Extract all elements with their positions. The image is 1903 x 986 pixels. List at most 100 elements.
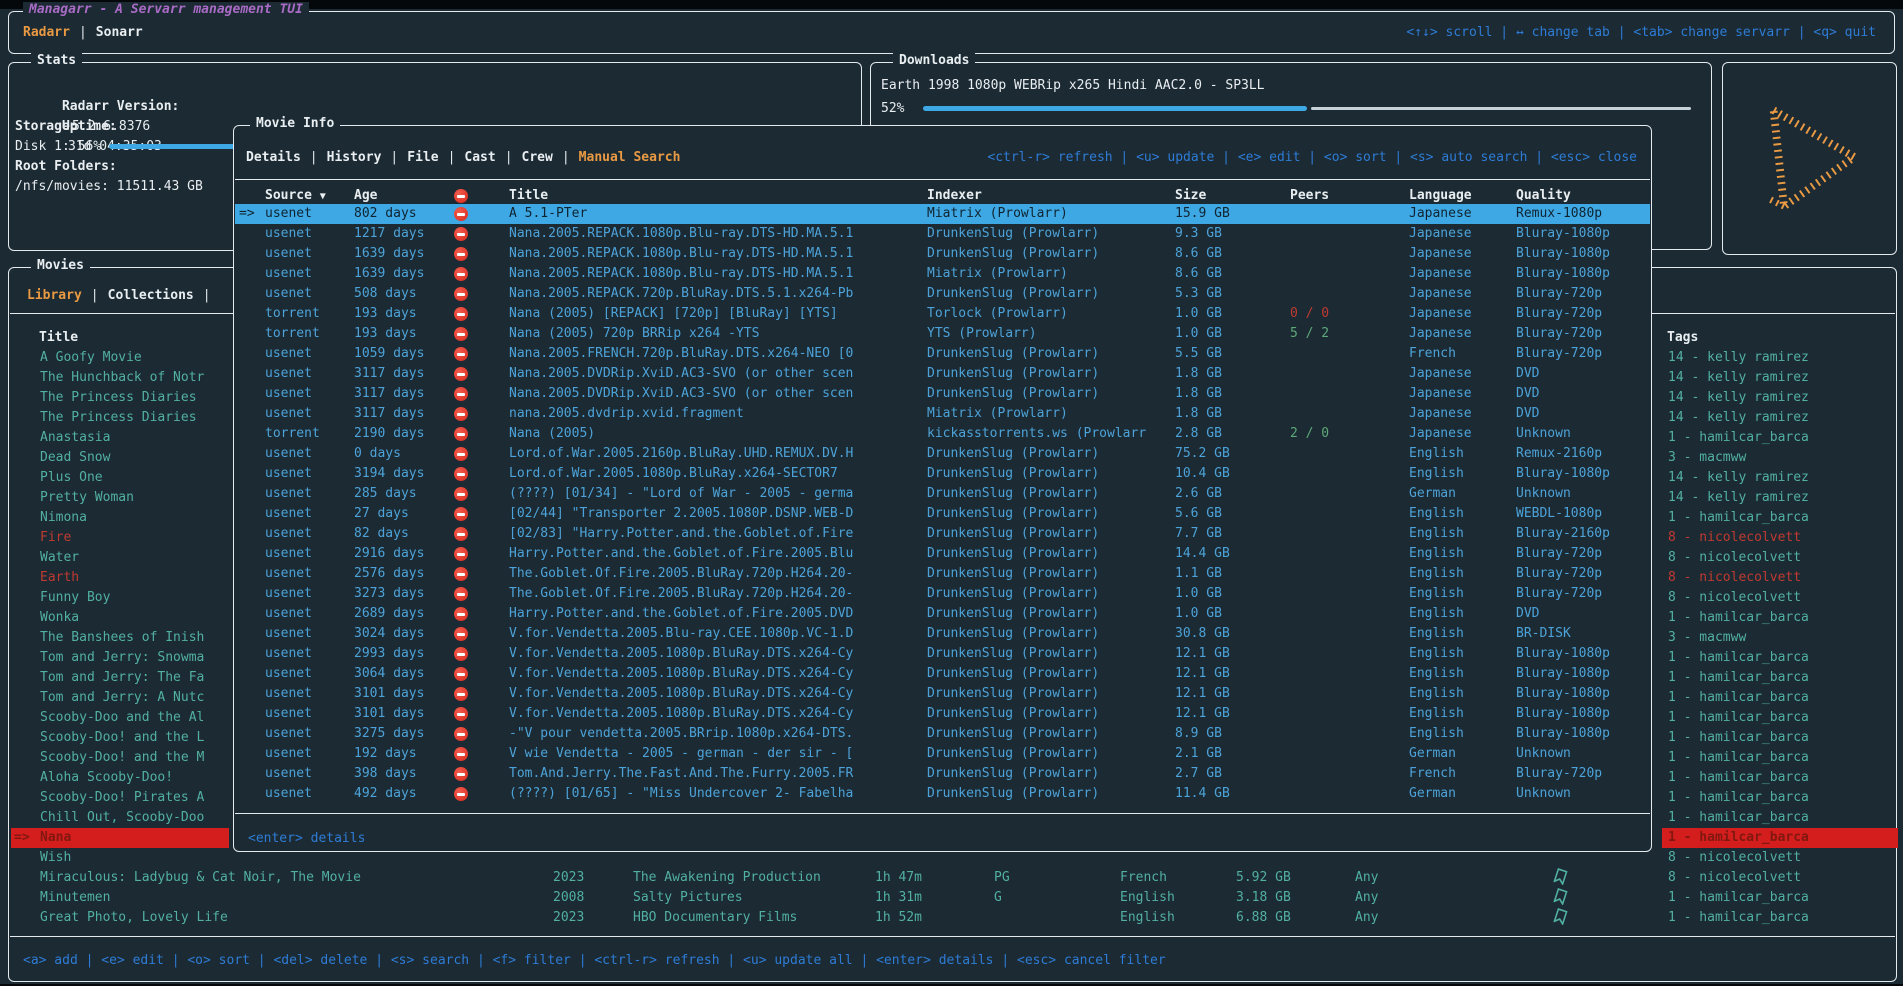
cell-title: Nana.2005.REPACK.1080p.Blu-ray.DTS-HD.MA…	[509, 264, 853, 284]
search-row[interactable]: usenet0 daysLord.of.War.2005.2160p.BluRa…	[235, 444, 1650, 464]
cell-title: Harry.Potter.and.the.Goblet.of.Fire.2005…	[509, 604, 853, 624]
search-row[interactable]: usenet508 daysNana.2005.REPACK.720p.BluR…	[235, 284, 1650, 304]
col-peers[interactable]: Peers	[1290, 186, 1329, 206]
disk-usage-gauge	[109, 144, 235, 149]
reject-icon	[454, 667, 468, 681]
search-row[interactable]: usenet3101 daysV.for.Vendetta.2005.1080p…	[235, 704, 1650, 724]
search-row[interactable]: usenet3101 daysV.for.Vendetta.2005.1080p…	[235, 684, 1650, 704]
search-row[interactable]: usenet398 daysTom.And.Jerry.The.Fast.And…	[235, 764, 1650, 784]
reject-icon	[454, 327, 468, 341]
search-row[interactable]: usenet3064 daysV.for.Vendetta.2005.1080p…	[235, 664, 1650, 684]
tab-radarr[interactable]: Radarr	[23, 23, 70, 43]
movie-row[interactable]: Great Photo, Lovely Life2023HBO Document…	[10, 908, 1895, 928]
cell-size: 1.0 GB	[1175, 304, 1222, 324]
reject-icon	[454, 207, 468, 221]
tab-library[interactable]: Library	[27, 286, 82, 306]
cell-peers: 0 / 0	[1290, 304, 1329, 324]
cell-title: [02/44] "Transporter 2.2005.1080P.DSNP.W…	[509, 504, 853, 524]
search-row[interactable]: usenet3117 daysNana.2005.DVDRip.XviD.AC3…	[235, 364, 1650, 384]
cell-movie-title: Wonka	[40, 608, 79, 628]
cell-profile: Any	[1355, 908, 1378, 928]
cell-source: usenet	[265, 724, 312, 744]
search-row[interactable]: usenet82 days[02/83] "Harry.Potter.and.t…	[235, 524, 1650, 544]
cell-studio: Salty Pictures	[633, 888, 743, 908]
cell-tag: 1 - hamilcar_barca	[1668, 668, 1809, 688]
cell-title: Nana.2005.FRENCH.720p.BluRay.DTS.x264-NE…	[509, 344, 853, 364]
search-row[interactable]: usenet3273 daysThe.Goblet.Of.Fire.2005.B…	[235, 584, 1650, 604]
movie-row[interactable]: Miraculous: Ladybug & Cat Noir, The Movi…	[10, 868, 1895, 888]
search-row[interactable]: usenet2689 daysHarry.Potter.and.the.Gobl…	[235, 604, 1650, 624]
cell-source: usenet	[265, 484, 312, 504]
reject-icon	[454, 587, 468, 601]
tab-collections[interactable]: Collections	[108, 286, 194, 306]
col-indexer[interactable]: Indexer	[927, 186, 982, 206]
cell-language: English	[1409, 464, 1464, 484]
search-row[interactable]: usenet2576 daysThe.Goblet.Of.Fire.2005.B…	[235, 564, 1650, 584]
cell-movie-title: The Princess Diaries	[40, 388, 197, 408]
search-row[interactable]: usenet492 days(????) [01/65] - "Miss Und…	[235, 784, 1650, 804]
cell-language: English	[1409, 564, 1464, 584]
cell-tag: 1 - hamilcar_barca	[1668, 508, 1809, 528]
modal-tab-manual-search[interactable]: Manual Search	[579, 148, 681, 168]
movie-row[interactable]: Minutemen2008Salty Pictures1h 31mGEnglis…	[10, 888, 1895, 908]
cell-quality: Bluray-720p	[1516, 544, 1602, 564]
search-row[interactable]: torrent193 daysNana (2005) 720p BRRip x2…	[235, 324, 1650, 344]
modal-tab-history[interactable]: History	[327, 148, 382, 168]
search-row[interactable]: usenet3194 daysLord.of.War.2005.1080p.Bl…	[235, 464, 1650, 484]
search-row[interactable]: usenet3117 daysnana.2005.dvdrip.xvid.fra…	[235, 404, 1650, 424]
cell-quality: Bluray-720p	[1516, 324, 1602, 344]
cell-language: English	[1409, 684, 1464, 704]
cell-indexer: DrunkenSlug (Prowlarr)	[927, 664, 1099, 684]
tab-sonarr[interactable]: Sonarr	[96, 23, 143, 43]
cell-quality: Bluray-1080p	[1516, 704, 1610, 724]
col-age[interactable]: Age	[354, 186, 377, 206]
cell-tag: 1 - hamilcar_barca	[1668, 748, 1809, 768]
search-row[interactable]: usenet2916 daysHarry.Potter.and.the.Gobl…	[235, 544, 1650, 564]
modal-tab-cast[interactable]: Cast	[464, 148, 495, 168]
tab-divider: |	[439, 148, 465, 168]
col-size[interactable]: Size	[1175, 186, 1206, 206]
cell-tag: 1 - hamilcar_barca	[1668, 608, 1809, 628]
search-row[interactable]: torrent2190 daysNana (2005)kickasstorren…	[235, 424, 1650, 444]
search-row[interactable]: usenet1639 daysNana.2005.REPACK.1080p.Bl…	[235, 244, 1650, 264]
reject-icon	[454, 287, 468, 301]
col-quality[interactable]: Quality	[1516, 186, 1571, 206]
reject-icon	[454, 567, 468, 581]
col-title[interactable]: Title	[509, 186, 548, 206]
search-row[interactable]: usenet1217 daysNana.2005.REPACK.1080p.Bl…	[235, 224, 1650, 244]
cell-source: usenet	[265, 544, 312, 564]
search-row[interactable]: torrent193 daysNana (2005) [REPACK] [720…	[235, 304, 1650, 324]
cell-tag: 1 - hamilcar_barca	[1668, 428, 1809, 448]
search-row[interactable]: usenet3275 days-"V pour vendetta.2005.BR…	[235, 724, 1650, 744]
logo-panel	[1722, 62, 1897, 255]
search-row[interactable]: usenet192 daysV wie Vendetta - 2005 - ge…	[235, 744, 1650, 764]
search-row[interactable]: =>usenet802 daysA 5.1-PTerMiatrix (Prowl…	[235, 204, 1650, 224]
tab-divider: |	[82, 286, 108, 306]
search-row[interactable]: usenet285 days(????) [01/34] - "Lord of …	[235, 484, 1650, 504]
search-row[interactable]: usenet2993 daysV.for.Vendetta.2005.1080p…	[235, 644, 1650, 664]
cell-indexer: DrunkenSlug (Prowlarr)	[927, 384, 1099, 404]
modal-tab-crew[interactable]: Crew	[522, 148, 553, 168]
reject-icon	[454, 767, 468, 781]
search-row[interactable]: usenet3117 daysNana.2005.DVDRip.XviD.AC3…	[235, 384, 1650, 404]
cell-title: Nana.2005.DVDRip.XviD.AC3-SVO (or other …	[509, 384, 853, 404]
cell-movie-title: Scooby-Doo! and the L	[40, 728, 204, 748]
cell-language: English	[1409, 624, 1464, 644]
col-language[interactable]: Language	[1409, 186, 1472, 206]
search-row[interactable]: usenet1639 daysNana.2005.REPACK.1080p.Bl…	[235, 264, 1650, 284]
cell-movie-title: Nana	[40, 828, 71, 848]
reject-icon	[454, 347, 468, 361]
cell-source: torrent	[265, 324, 320, 344]
cell-rating: G	[994, 888, 1002, 908]
search-row[interactable]: usenet3024 daysV.for.Vendetta.2005.Blu-r…	[235, 624, 1650, 644]
search-row[interactable]: usenet1059 daysNana.2005.FRENCH.720p.Blu…	[235, 344, 1650, 364]
cell-quality: Unknown	[1516, 744, 1571, 764]
modal-tab-details[interactable]: Details	[246, 148, 301, 168]
cell-language: German	[1409, 744, 1456, 764]
cell-quality: Bluray-720p	[1516, 344, 1602, 364]
cell-source: usenet	[265, 384, 312, 404]
search-row[interactable]: usenet27 days[02/44] "Transporter 2.2005…	[235, 504, 1650, 524]
cell-tag: 14 - kelly ramirez	[1668, 468, 1809, 488]
cell-size: 6.88 GB	[1236, 908, 1291, 928]
modal-tab-file[interactable]: File	[407, 148, 438, 168]
